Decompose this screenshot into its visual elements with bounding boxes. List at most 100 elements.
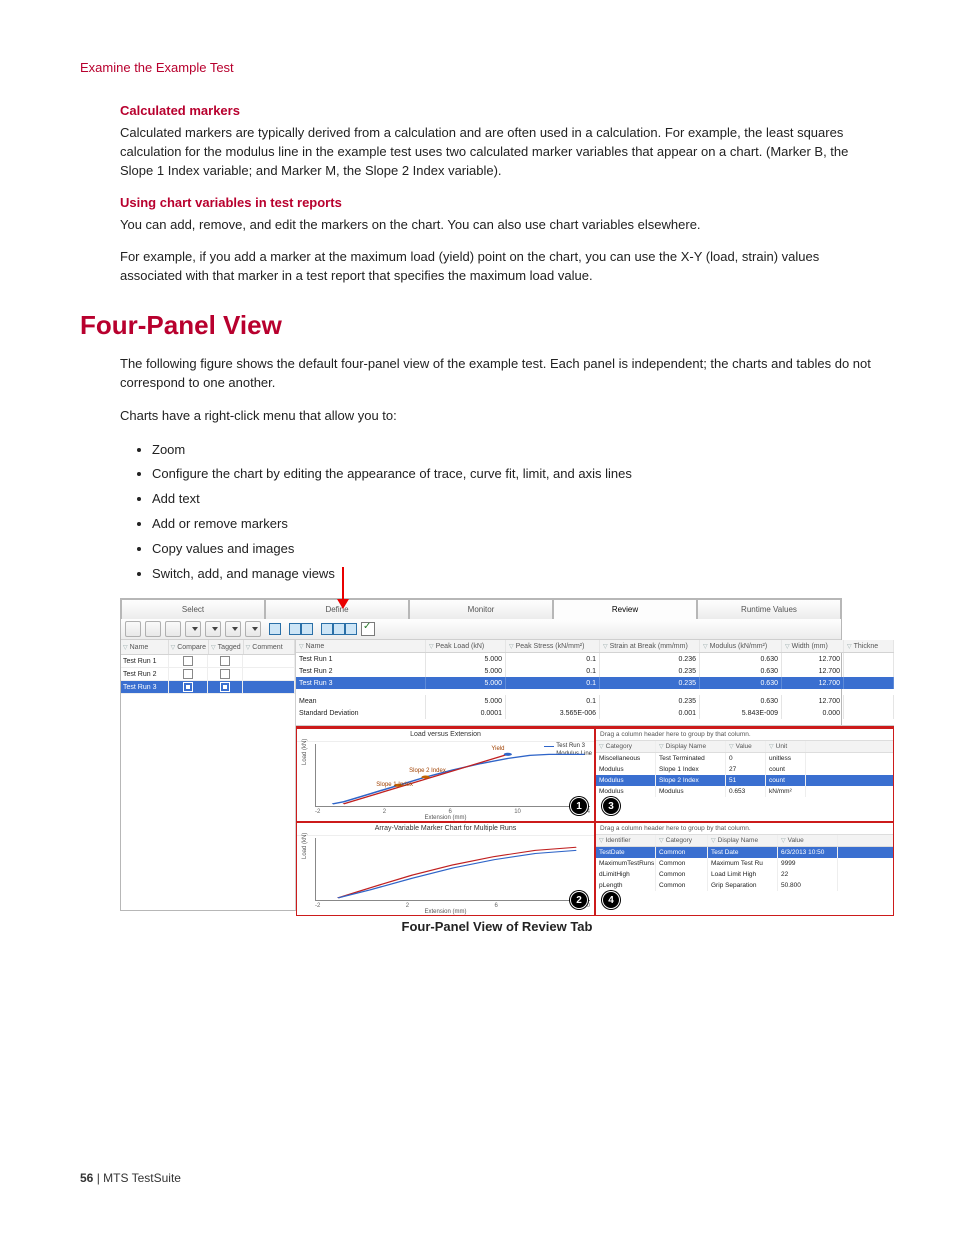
checkbox-icon[interactable] bbox=[220, 682, 230, 692]
marker-label: Slope 2 Index bbox=[409, 768, 446, 774]
layout-two-icon[interactable] bbox=[289, 623, 313, 635]
cell: Load Limit High bbox=[708, 869, 778, 880]
cell bbox=[844, 653, 894, 665]
grid-row-selected[interactable]: Modulus Slope 2 Index 51 count bbox=[596, 775, 893, 786]
cell: 0.630 bbox=[700, 665, 782, 677]
cell: 5.000 bbox=[426, 695, 506, 707]
col[interactable]: Value bbox=[778, 835, 838, 846]
heading-chart-variables: Using chart variables in test reports bbox=[80, 195, 874, 210]
cell bbox=[844, 695, 894, 707]
tab-select[interactable]: Select bbox=[121, 599, 265, 619]
col-compare[interactable]: Compare bbox=[169, 640, 209, 654]
toolbar-icon[interactable] bbox=[165, 621, 181, 637]
grid-row[interactable]: Modulus Modulus 0.653 kN/mm² bbox=[596, 786, 893, 797]
table-row-mean: Mean 5.000 0.1 0.235 0.630 12.700 bbox=[296, 695, 894, 707]
checkbox-icon[interactable] bbox=[220, 669, 230, 679]
toolbar-icon[interactable] bbox=[145, 621, 161, 637]
col[interactable]: Category bbox=[596, 741, 656, 752]
app-tabs: Select Define Monitor Review Runtime Val… bbox=[121, 599, 841, 619]
cell-compare[interactable] bbox=[169, 655, 208, 667]
col[interactable]: Peak Stress (kN/mm²) bbox=[506, 640, 600, 652]
cell: dLimitHigh bbox=[596, 869, 656, 880]
panel-3-grid[interactable]: Drag a column header here to group by th… bbox=[595, 728, 894, 822]
tab-monitor[interactable]: Monitor bbox=[409, 599, 553, 619]
cell-tagged[interactable] bbox=[208, 681, 243, 693]
para-chart-vars-1: You can add, remove, and edit the marker… bbox=[80, 216, 874, 235]
cell-comment bbox=[243, 668, 295, 680]
col-comment[interactable]: Comment bbox=[244, 640, 295, 654]
chart-area[interactable]: Load (kN) Yield Slope 1 Index bbox=[315, 744, 590, 807]
grid-row[interactable]: MaximumTestRuns Common Maximum Test Ru 9… bbox=[596, 858, 893, 869]
cell bbox=[844, 665, 894, 677]
tab-review[interactable]: Review bbox=[553, 599, 697, 619]
checkbox-icon[interactable] bbox=[183, 682, 193, 692]
cell-compare[interactable] bbox=[169, 681, 208, 693]
layout-single-icon[interactable] bbox=[269, 623, 281, 635]
panel-1-chart[interactable]: Load versus Extension Test Run 3 Modulus… bbox=[296, 728, 595, 822]
list-item: Zoom bbox=[152, 440, 874, 461]
grid-row[interactable]: Test Run 1 bbox=[121, 655, 295, 668]
cell: Modulus bbox=[656, 786, 726, 797]
layout-four-icon[interactable] bbox=[321, 623, 357, 635]
toolbar-checkbox[interactable] bbox=[361, 622, 375, 636]
table-row[interactable]: Test Run 1 5.000 0.1 0.236 0.630 12.700 bbox=[296, 653, 894, 665]
table-row-std: Standard Deviation 0.0001 3.565E-006 0.0… bbox=[296, 707, 894, 719]
callout-arrow-icon bbox=[342, 567, 344, 607]
cell: unitless bbox=[766, 753, 806, 764]
col[interactable]: Strain at Break (mm/mm) bbox=[600, 640, 700, 652]
cell: 12.700 bbox=[782, 653, 844, 665]
cell: Test Run 1 bbox=[296, 653, 426, 665]
table-row[interactable]: Test Run 2 5.000 0.1 0.235 0.630 12.700 bbox=[296, 665, 894, 677]
grid-row[interactable]: Modulus Slope 1 Index 27 count bbox=[596, 764, 893, 775]
cell-tagged[interactable] bbox=[208, 668, 243, 680]
runs-table: Name Peak Load (kN) Peak Stress (kN/mm²)… bbox=[296, 640, 894, 726]
cell-compare[interactable] bbox=[169, 668, 208, 680]
toolbar-dropdown-icon[interactable] bbox=[185, 621, 201, 637]
chart-area[interactable]: Load (kN) bbox=[315, 838, 590, 901]
grid-row-selected[interactable]: Test Run 3 bbox=[121, 681, 295, 694]
col[interactable]: Unit bbox=[766, 741, 806, 752]
cell: 0.001 bbox=[600, 707, 700, 719]
col[interactable]: Width (mm) bbox=[782, 640, 844, 652]
toolbar-dropdown-icon[interactable] bbox=[225, 621, 241, 637]
checkbox-icon[interactable] bbox=[183, 656, 193, 666]
checkbox-icon[interactable] bbox=[220, 656, 230, 666]
para-chart-vars-2: For example, if you add a marker at the … bbox=[80, 248, 874, 286]
list-item: Add text bbox=[152, 489, 874, 510]
toolbar-dropdown-icon[interactable] bbox=[245, 621, 261, 637]
cell: 0.235 bbox=[600, 695, 700, 707]
grid-header: Name Compare Tagged Comment bbox=[121, 640, 295, 655]
toolbar-dropdown-icon[interactable] bbox=[205, 621, 221, 637]
checkbox-icon[interactable] bbox=[183, 669, 193, 679]
col[interactable]: Name bbox=[296, 640, 426, 652]
tab-runtime-values[interactable]: Runtime Values bbox=[697, 599, 841, 619]
cell: MaximumTestRuns bbox=[596, 858, 656, 869]
cell: 0 bbox=[726, 753, 766, 764]
cell: 3.565E-006 bbox=[506, 707, 600, 719]
cell: 0.630 bbox=[700, 653, 782, 665]
col[interactable]: Thickne bbox=[844, 640, 894, 652]
para-calculated-markers: Calculated markers are typically derived… bbox=[80, 124, 874, 181]
col[interactable]: Peak Load (kN) bbox=[426, 640, 506, 652]
cell-name: Test Run 3 bbox=[121, 681, 169, 693]
col[interactable]: Value bbox=[726, 741, 766, 752]
grid-row[interactable]: Miscellaneous Test Terminated 0 unitless bbox=[596, 753, 893, 764]
toolbar-icon[interactable] bbox=[125, 621, 141, 637]
panel-4-grid[interactable]: Drag a column header here to group by th… bbox=[595, 822, 894, 916]
col[interactable]: Modulus (kN/mm²) bbox=[700, 640, 782, 652]
grid-row[interactable]: dLimitHigh Common Load Limit High 22 bbox=[596, 869, 893, 880]
cell-tagged[interactable] bbox=[208, 655, 243, 667]
table-row-selected[interactable]: Test Run 3 5.000 0.1 0.235 0.630 12.700 bbox=[296, 677, 894, 689]
col[interactable]: Display Name bbox=[656, 741, 726, 752]
grid-row[interactable]: pLength Common Grip Separation 50.800 bbox=[596, 880, 893, 891]
col[interactable]: Display Name bbox=[708, 835, 778, 846]
col[interactable]: Category bbox=[656, 835, 708, 846]
cell-name: Test Run 1 bbox=[121, 655, 169, 667]
cell: Test Terminated bbox=[656, 753, 726, 764]
panel-2-chart[interactable]: Array-Variable Marker Chart for Multiple… bbox=[296, 822, 595, 916]
col[interactable]: Identifier bbox=[596, 835, 656, 846]
grid-row[interactable]: Test Run 2 bbox=[121, 668, 295, 681]
grid-row-selected[interactable]: TestDate Common Test Date 6/3/2013 10:50 bbox=[596, 847, 893, 858]
col-name[interactable]: Name bbox=[121, 640, 169, 654]
col-tagged[interactable]: Tagged bbox=[209, 640, 244, 654]
